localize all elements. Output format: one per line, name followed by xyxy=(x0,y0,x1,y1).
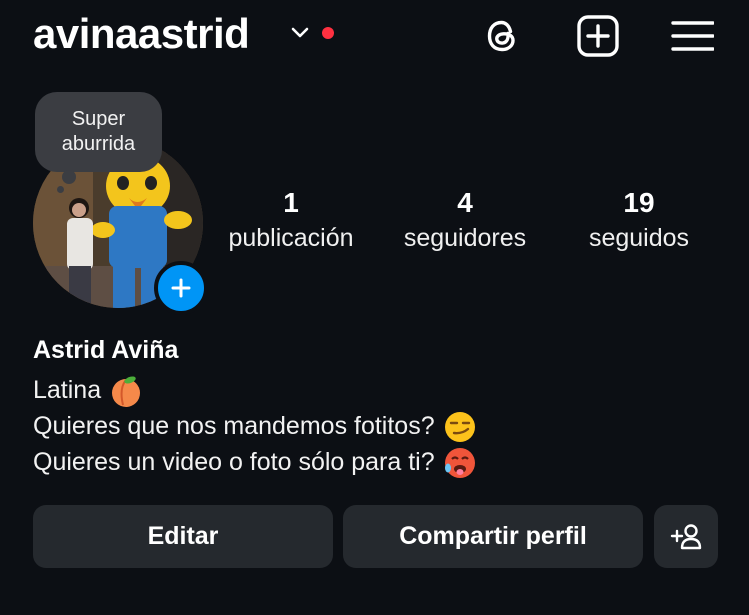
posts-count[interactable]: 1 publicación xyxy=(210,186,372,256)
followers-count-label: seguidores xyxy=(403,224,527,252)
edit-profile-button[interactable]: Editar xyxy=(33,505,333,568)
add-person-icon xyxy=(670,523,702,549)
following-count-value: 19 xyxy=(623,187,655,218)
bio-line-text: Quieres que nos mandemos fotitos? xyxy=(33,412,435,440)
smirk-emoji xyxy=(444,412,475,443)
note-tail-small xyxy=(57,186,64,193)
top-bar: avinaastrid xyxy=(0,0,749,72)
profile-username[interactable]: avinaastrid xyxy=(33,8,250,60)
bio-line: Quieres que nos mandemos fotitos? xyxy=(33,408,477,444)
profile-display-name: Astrid Aviña xyxy=(33,336,179,364)
followers-count-value: 4 xyxy=(457,187,473,218)
add-story-button[interactable] xyxy=(154,261,208,315)
followers-count[interactable]: 4 seguidores xyxy=(385,186,545,256)
share-profile-label: Compartir perfil xyxy=(399,522,587,550)
bio-line-text: Quieres un video o foto sólo para ti? xyxy=(33,448,435,476)
profile-note-text: Super aburrida xyxy=(61,108,136,155)
bio-line: Quieres un video o foto sólo para ti? xyxy=(33,444,477,480)
share-profile-button[interactable]: Compartir perfil xyxy=(343,505,643,568)
menu-icon[interactable] xyxy=(670,14,714,58)
posts-count-value: 1 xyxy=(283,187,299,218)
plus-icon xyxy=(171,278,191,298)
following-count-label: seguidos xyxy=(588,224,690,252)
chevron-down-icon[interactable] xyxy=(290,26,310,40)
peach-emoji xyxy=(112,376,141,408)
threads-icon[interactable] xyxy=(480,14,524,58)
notification-dot xyxy=(322,27,334,39)
note-tail xyxy=(62,170,76,184)
bio-line-text: Latina xyxy=(33,376,102,404)
create-plus-icon[interactable] xyxy=(576,14,620,58)
profile-note-bubble[interactable]: Super aburrida xyxy=(35,92,162,172)
posts-count-label: publicación xyxy=(228,224,354,252)
following-count[interactable]: 19 seguidos xyxy=(560,186,718,256)
edit-profile-label: Editar xyxy=(147,522,219,550)
bio-line: Latina xyxy=(33,372,143,408)
hot-face-emoji xyxy=(444,448,475,479)
discover-people-button[interactable] xyxy=(654,505,718,568)
